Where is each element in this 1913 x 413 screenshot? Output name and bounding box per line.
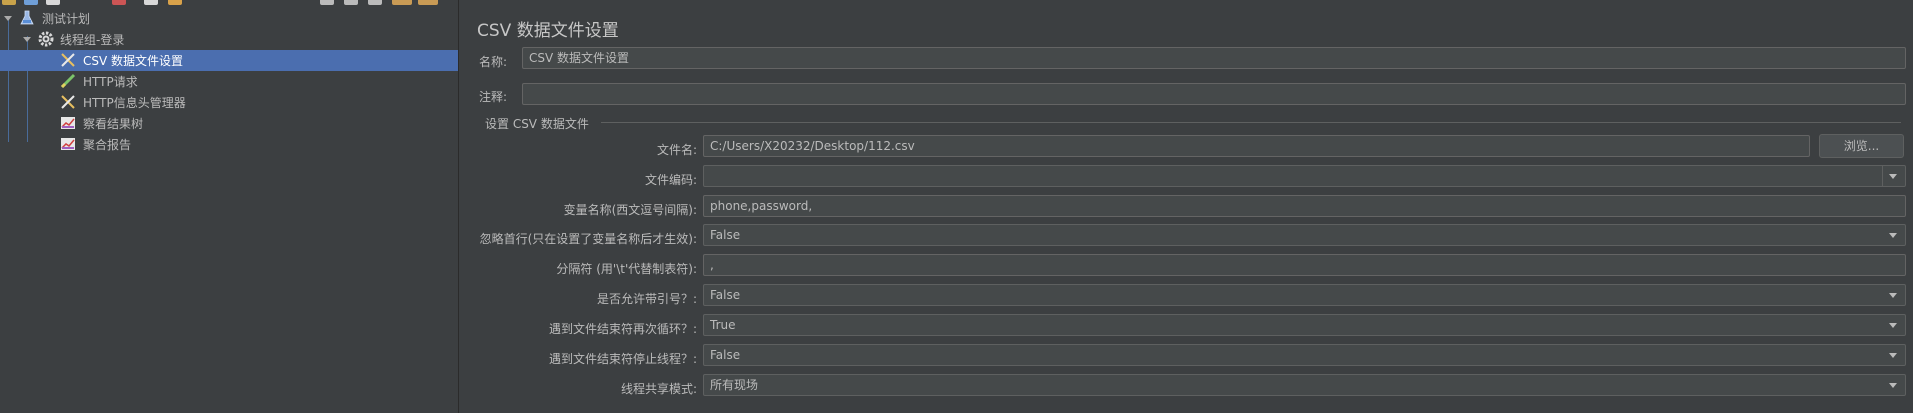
tree-item-aggregate-report[interactable]: 聚合报告 <box>0 134 458 155</box>
recycle-label: 遇到文件结束符再次循环？: <box>548 322 697 336</box>
dropdown-arrow-icon[interactable] <box>1889 383 1897 388</box>
encoding-label: 文件编码: <box>644 173 697 187</box>
chart-icon <box>61 117 75 129</box>
pencil-icon <box>60 73 76 89</box>
page-title: CSV 数据文件设置 <box>477 21 619 41</box>
delimiter-input[interactable]: , <box>703 254 1906 276</box>
tree-item-label: 线程组-登录 <box>60 33 125 47</box>
comment-input[interactable] <box>522 83 1906 105</box>
quoted-combo[interactable]: False <box>703 284 1906 306</box>
sharing-value: 所有现场 <box>710 378 759 392</box>
tree-item-view-results-tree[interactable]: 察看结果树 <box>0 113 458 134</box>
toolbar-icon[interactable] <box>320 0 334 5</box>
sharing-combo[interactable]: 所有现场 <box>703 374 1906 396</box>
name-label: 名称: <box>479 55 508 69</box>
scissors-icon <box>61 95 75 109</box>
dropdown-arrow-icon[interactable] <box>1889 293 1897 298</box>
quoted-label: 是否允许带引号？: <box>596 292 697 306</box>
tree-item-label: 聚合报告 <box>83 138 132 152</box>
dropdown-arrow-icon[interactable] <box>1889 233 1897 238</box>
stop-thread-label: 遇到文件结束符停止线程？: <box>548 352 697 366</box>
tree-item-label: 测试计划 <box>42 12 91 26</box>
csv-config-panel: CSV 数据文件设置 名称: CSV 数据文件设置 注释: 设置 CSV 数据文… <box>459 0 1913 413</box>
group-divider <box>601 122 1901 123</box>
ignore-first-combo[interactable]: False <box>703 224 1906 246</box>
encoding-combo[interactable] <box>703 165 1906 187</box>
chart-icon <box>61 138 75 150</box>
scissors-icon <box>61 53 75 67</box>
test-plan-tree: 测试计划 线程组-登录 CSV 数据文件设置 HTTP请求 HTTP信息头管理器… <box>0 6 458 413</box>
expand-arrow-icon[interactable] <box>4 16 12 21</box>
toolbar-icon[interactable] <box>144 0 158 5</box>
toolbar-icon[interactable] <box>392 0 412 5</box>
quoted-value: False <box>710 288 741 302</box>
toolbar-icon[interactable] <box>24 0 38 5</box>
toolbar-icon[interactable] <box>2 0 16 5</box>
browse-button[interactable]: 浏览... <box>1819 134 1904 158</box>
expand-arrow-icon[interactable] <box>23 37 31 42</box>
tree-item-csv-data-set[interactable]: CSV 数据文件设置 <box>0 50 458 71</box>
comment-label: 注释: <box>479 90 508 104</box>
recycle-value: True <box>710 318 736 332</box>
stop-thread-value: False <box>710 348 741 362</box>
sharing-label: 线程共享模式: <box>620 382 697 396</box>
toolbar-icon[interactable] <box>112 0 126 5</box>
stop-thread-combo[interactable]: False <box>703 344 1906 366</box>
toolbar-icon[interactable] <box>368 0 382 5</box>
toolbar-icon[interactable] <box>168 0 182 5</box>
recycle-combo[interactable]: True <box>703 314 1906 336</box>
tree-item-test-plan[interactable]: 测试计划 <box>0 8 458 29</box>
toolbar-icon[interactable] <box>418 0 438 5</box>
ignore-first-label: 忽略首行(只在设置了变量名称后才生效): <box>479 232 697 246</box>
ignore-first-value: False <box>710 228 741 242</box>
varnames-label: 变量名称(西文逗号间隔): <box>563 203 697 217</box>
combo-separator <box>1882 166 1883 186</box>
varnames-input[interactable]: phone,password, <box>703 195 1906 217</box>
dropdown-arrow-icon[interactable] <box>1889 353 1897 358</box>
filename-label: 文件名: <box>656 143 697 157</box>
dropdown-arrow-icon[interactable] <box>1889 174 1897 179</box>
tree-item-label: HTTP请求 <box>83 75 138 89</box>
toolbar-icon[interactable] <box>344 0 358 5</box>
flask-icon <box>20 10 34 25</box>
tree-item-label: CSV 数据文件设置 <box>83 54 184 68</box>
group-title: 设置 CSV 数据文件 <box>485 117 589 131</box>
tree-item-label: HTTP信息头管理器 <box>83 96 186 110</box>
gear-icon <box>38 31 54 47</box>
delimiter-label: 分隔符 (用'\t'代替制表符): <box>556 262 697 276</box>
toolbar-icon[interactable] <box>46 0 60 5</box>
filename-input[interactable]: C:/Users/X20232/Desktop/112.csv <box>703 135 1810 157</box>
tree-item-label: 察看结果树 <box>83 117 144 131</box>
tree-item-thread-group[interactable]: 线程组-登录 <box>0 29 458 50</box>
tree-item-header-manager[interactable]: HTTP信息头管理器 <box>0 92 458 113</box>
dropdown-arrow-icon[interactable] <box>1889 323 1897 328</box>
tree-item-http-request[interactable]: HTTP请求 <box>0 71 458 92</box>
name-input[interactable]: CSV 数据文件设置 <box>522 47 1906 69</box>
